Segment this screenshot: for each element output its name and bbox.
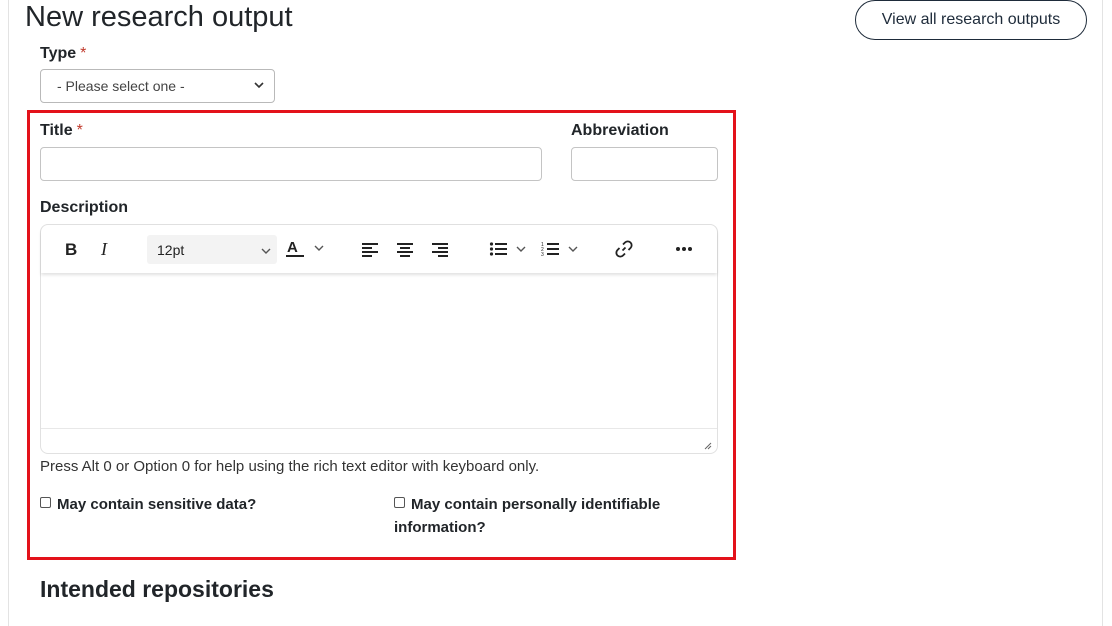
title-label-text: Title [40,122,73,139]
page-title: New research output [25,1,293,33]
bullet-list-icon[interactable] [488,235,532,263]
editor-help-text: Press Alt 0 or Option 0 for help using t… [40,458,540,475]
more-icon[interactable] [673,235,695,263]
editor-status-bar [41,428,717,429]
abbreviation-input[interactable] [571,147,718,181]
editor-toolbar: B I 12pt A 1 2 3 [41,225,717,273]
svg-text:A: A [287,239,298,256]
pii-checkbox[interactable] [394,497,405,508]
view-all-research-outputs-button[interactable]: View all research outputs [855,0,1087,40]
chevron-down-icon [261,242,271,258]
title-input[interactable] [40,147,542,181]
svg-text:I: I [100,241,108,257]
pii-label: May contain personally identifiable info… [394,493,661,539]
intended-repositories-heading: Intended repositories [40,576,274,602]
title-label: Title * [40,122,83,140]
numbered-list-icon[interactable]: 1 2 3 [540,235,584,263]
sensitive-data-checkbox[interactable] [40,497,51,508]
svg-text:B: B [65,241,77,257]
link-icon[interactable] [613,235,635,263]
align-center-icon[interactable] [394,235,416,263]
italic-icon[interactable]: I [96,235,116,263]
abbreviation-label: Abbreviation [571,122,669,139]
type-label: Type * [40,45,86,63]
font-size-select[interactable]: 12pt [147,235,277,264]
type-select-value: - Please select one - [57,78,185,94]
page-border-right [1102,0,1103,626]
align-left-icon[interactable] [359,235,381,263]
chevron-down-icon [254,80,264,92]
sensitive-data-option: May contain sensitive data? [40,493,256,516]
align-right-icon[interactable] [429,235,451,263]
description-label: Description [40,199,129,216]
sensitive-data-label: May contain sensitive data? [57,496,257,513]
description-editor[interactable]: B I 12pt A 1 2 3 [40,224,718,454]
type-label-text: Type [40,45,77,62]
pii-label-line2: information? [394,519,486,536]
type-select[interactable]: - Please select one - [40,69,275,103]
pii-label-line1: May contain personally identifiable [411,496,661,513]
required-mark: * [76,122,83,139]
pii-option: May contain personally identifiable info… [394,493,660,539]
required-mark: * [80,45,87,62]
bold-icon[interactable]: B [61,235,81,263]
font-size-value: 12pt [157,241,185,258]
resize-handle-icon[interactable] [702,437,712,455]
text-color-icon[interactable]: A [284,235,330,263]
svg-text:3: 3 [541,252,544,257]
page-border-left [8,0,9,626]
